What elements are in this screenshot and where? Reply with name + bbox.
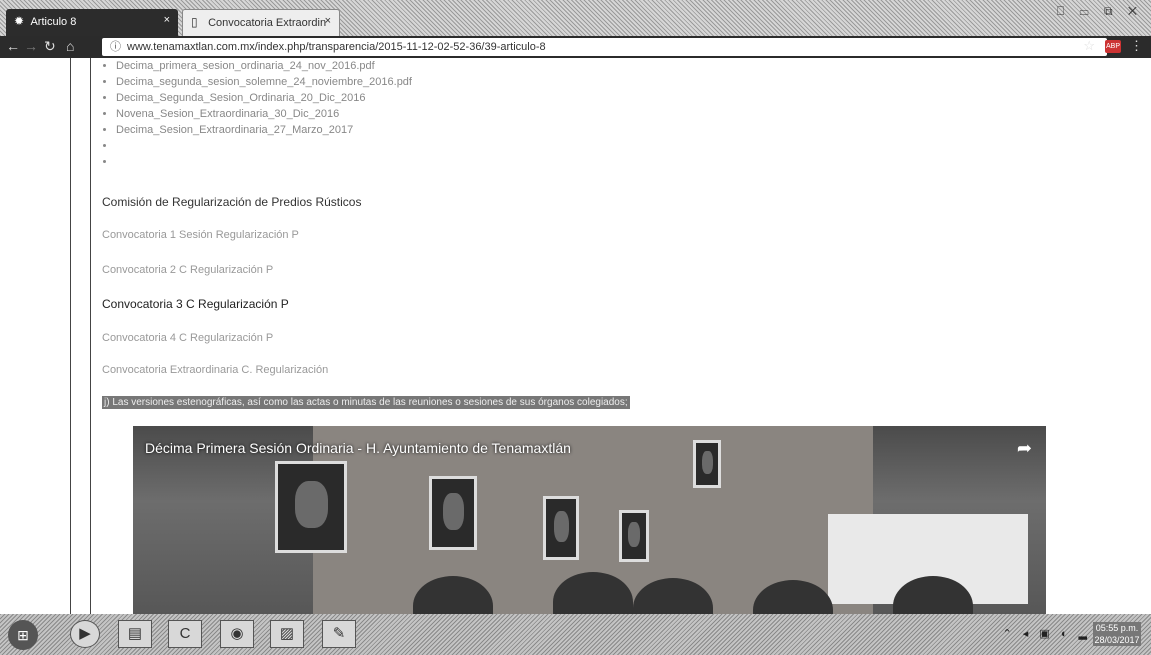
video-title[interactable]: Décima Primera Sesión Ordinaria - H. Ayu… (145, 440, 571, 456)
portrait-frame (275, 461, 347, 553)
section-title: Comisión de Regularización de Predios Rú… (102, 195, 362, 209)
share-arrow-icon[interactable]: ➦ (1017, 438, 1032, 459)
tab-articulo-8[interactable]: ✹ Articulo 8 × (6, 9, 178, 36)
document-list: Decima_primera_sesion_ordinaria_24_nov_2… (102, 58, 412, 170)
convocatoria-extraordinaria-link[interactable]: Convocatoria Extraordinaria C. Regulariz… (102, 364, 328, 376)
tab-convocatoria[interactable]: ▯ Convocatoria Extraordin × (182, 9, 340, 36)
empty-list-item (116, 138, 412, 154)
file-explorer-icon[interactable]: ▤ (118, 620, 152, 648)
convocatoria-link-4[interactable]: Convocatoria 4 C Regularización P (102, 332, 273, 344)
portrait-frame (619, 510, 649, 562)
photo-viewer-icon[interactable]: ▨ (270, 620, 304, 648)
system-tray-icons[interactable]: ⌃ ◂ ▣ ◐ ▂ (1003, 627, 1091, 640)
chrome-icon[interactable]: ◉ (220, 620, 254, 648)
document-link[interactable]: Decima_segunda_sesion_solemne_24_noviemb… (116, 74, 412, 90)
adblock-extension-icon[interactable]: ABP (1105, 40, 1121, 53)
scan-artifact-line (90, 58, 91, 614)
video-embed[interactable]: Décima Primera Sesión Ordinaria - H. Ayu… (133, 426, 1046, 614)
document-icon: ▯ (191, 15, 198, 29)
convocatoria-link-1[interactable]: Convocatoria 1 Sesión Regularización P (102, 229, 299, 241)
close-icon[interactable]: × (325, 15, 331, 27)
forward-arrow-icon[interactable]: → (24, 38, 38, 54)
scan-artifact-line (70, 58, 71, 614)
address-bar[interactable]: ⓘ www.tenamaxtlan.com.mx/index.php/transp… (102, 38, 1107, 56)
browser-tab-strip: ✹ Articulo 8 × ▯ Convocatoria Extraordin… (0, 0, 1151, 36)
url-text: www.tenamaxtlan.com.mx/index.php/transpa… (127, 41, 546, 53)
kebab-menu-icon[interactable]: ⋮ (1130, 38, 1143, 54)
reload-icon[interactable]: ↻ (44, 38, 56, 55)
windows-taskbar: ⊞ ▶ ▤ C ◉ ▨ ✎ ⌃ ◂ ▣ ◐ ▂ 05:55 p.m. 28/03… (0, 614, 1151, 655)
tab-label: Articulo 8 (30, 16, 77, 28)
document-link[interactable]: Decima_primera_sesion_ordinaria_24_nov_2… (116, 58, 412, 74)
window-controls[interactable]: ⎕ ▭ ⧉ ✕ (1057, 4, 1143, 19)
clock-time: 05:55 p.m. (1095, 623, 1139, 633)
info-icon[interactable]: ⓘ (110, 41, 121, 53)
bookmark-star-icon[interactable]: ☆ (1083, 38, 1095, 54)
system-clock[interactable]: 05:55 p.m. 28/03/2017 (1093, 622, 1141, 646)
page-content: Decima_primera_sesion_ordinaria_24_nov_2… (0, 58, 1151, 614)
highlighted-section-heading: j) Las versiones estenográficas, así com… (102, 396, 630, 409)
tenamaxtlan-favicon-icon: ✹ (14, 14, 25, 28)
home-icon[interactable]: ⌂ (66, 38, 74, 54)
document-link[interactable]: Decima_Segunda_Sesion_Ordinaria_20_Dic_2… (116, 90, 412, 106)
start-button[interactable]: ⊞ (8, 620, 38, 650)
portrait-frame (543, 496, 579, 560)
tab-label: Convocatoria Extraordin (208, 17, 327, 29)
convocatoria-link-2[interactable]: Convocatoria 2 C Regularización P (102, 264, 273, 276)
ccleaner-icon[interactable]: C (168, 620, 202, 648)
close-icon[interactable]: × (164, 14, 170, 26)
document-link[interactable]: Novena_Sesion_Extraordinaria_30_Dic_2016 (116, 106, 412, 122)
clock-date: 28/03/2017 (1094, 635, 1140, 645)
browser-toolbar: ← → ↻ ⌂ ⓘ www.tenamaxtlan.com.mx/index.ph… (0, 36, 1151, 58)
empty-list-item (116, 154, 412, 170)
media-player-icon[interactable]: ▶ (70, 620, 100, 648)
portrait-frame (429, 476, 477, 550)
screenshot-tool-icon[interactable]: ✎ (322, 620, 356, 648)
convocatoria-link-3[interactable]: Convocatoria 3 C Regularización P (102, 297, 289, 311)
document-link[interactable]: Decima_Sesion_Extraordinaria_27_Marzo_20… (116, 122, 412, 138)
back-arrow-icon[interactable]: ← (6, 38, 20, 54)
portrait-frame (693, 440, 721, 488)
